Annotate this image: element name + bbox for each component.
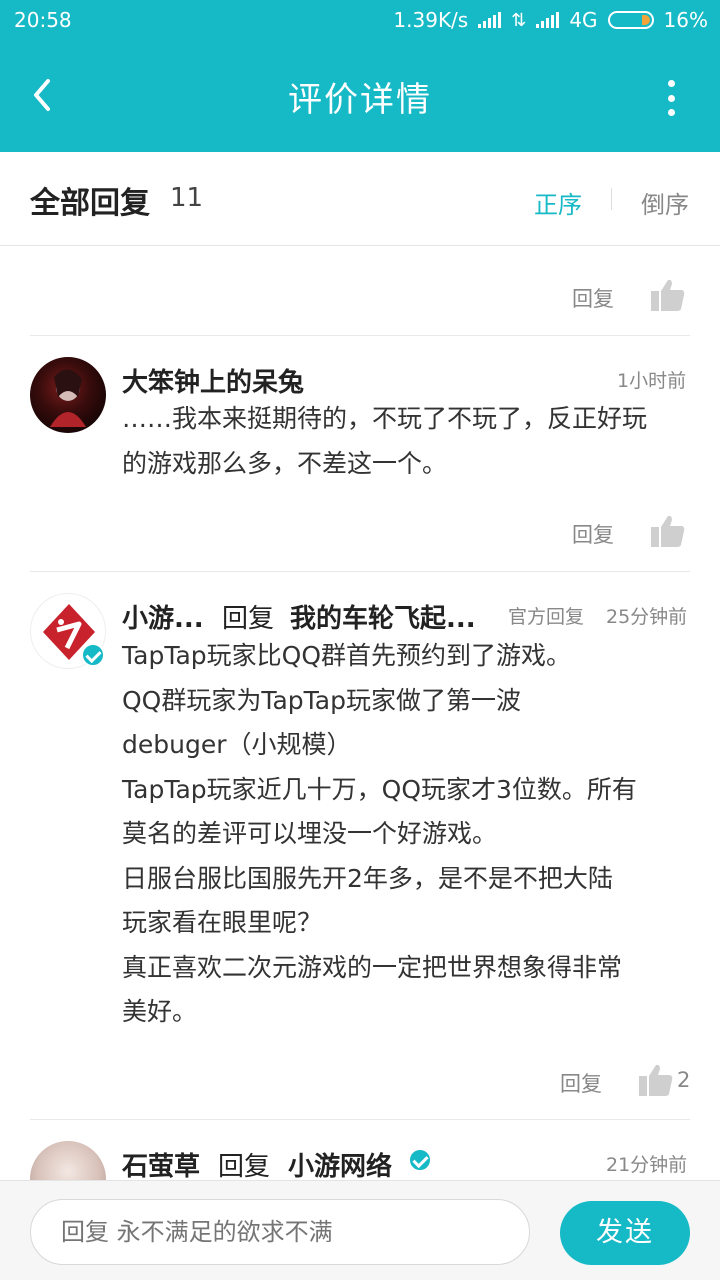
sort-divider <box>611 188 612 210</box>
verified-badge-icon <box>81 643 105 667</box>
comment-time: 1小时前 <box>617 370 687 392</box>
comment-line: TapTap玩家近几十万，QQ玩家才3位数。所有 <box>122 774 637 804</box>
reply-button[interactable]: 回复 <box>572 283 614 313</box>
comment-time: 21分钟前 <box>606 1154 688 1176</box>
page-title: 评价详情 <box>288 80 432 120</box>
reply-button[interactable]: 回复 <box>560 1068 602 1098</box>
battery-percent: 16% <box>663 8 708 32</box>
comment-body: TapTap玩家比QQ群首先预约到了游戏。 QQ群玩家为TapTap玩家做了第一… <box>122 634 692 1035</box>
network-type: 4G <box>569 8 598 32</box>
comment-time: 25分钟前 <box>606 606 688 628</box>
divider <box>30 1119 690 1120</box>
app-bar: 评价详情 <box>0 42 720 152</box>
like-thumb-icon[interactable] <box>650 278 686 312</box>
comment-line: 日服台服比国服先开2年多，是不是不把大陆 <box>122 863 613 893</box>
network-speed: 1.39K/s <box>393 8 469 32</box>
send-button[interactable]: 发送 <box>560 1201 690 1265</box>
signal-icon-2 <box>536 12 560 28</box>
reply-button[interactable]: 回复 <box>572 519 614 549</box>
comment-line: 玩家看在眼里呢？ <box>122 908 323 937</box>
reply-input[interactable] <box>30 1199 530 1265</box>
comment-line: 美好。 <box>122 997 198 1026</box>
comment-author[interactable]: 大笨钟上的呆兔 <box>122 362 304 399</box>
official-reply-tag: 官方回复 <box>508 606 585 628</box>
battery-icon <box>607 11 654 29</box>
verified-badge-icon <box>408 1148 432 1172</box>
comment-line: 莫名的差评可以埋没一个好游戏。 <box>122 819 498 848</box>
like-count: 2 <box>677 1068 691 1092</box>
comment-body: ……我本来挺期待的，不玩了不玩了，反正好玩 的游戏那么多，不差这一个。 <box>122 397 692 486</box>
comment-author[interactable]: 石萤草 <box>122 1146 200 1183</box>
avatar-image <box>50 369 86 427</box>
comment-line: 真正喜欢二次元游戏的一定把世界想象得非常 <box>122 952 623 982</box>
divider <box>30 335 690 336</box>
like-thumb-icon[interactable] <box>638 1063 674 1097</box>
status-bar: 20:58 1.39K/s ⇅ 4G 16% <box>0 0 720 42</box>
reply-label: 回复 <box>222 604 275 634</box>
comment-author[interactable]: 小游... <box>122 598 204 635</box>
replies-title: 全部回复 <box>30 186 150 221</box>
data-transfer-icon: ⇅ <box>511 9 527 31</box>
like-thumb-icon[interactable] <box>650 514 686 548</box>
comment-line: QQ群玩家为TapTap玩家做了第一波 <box>122 685 522 715</box>
divider <box>30 571 690 572</box>
more-menu-button[interactable] <box>666 80 676 116</box>
sort-ascending-tab[interactable]: 正序 <box>534 185 582 220</box>
comment-line: debuger（小规模） <box>122 730 352 759</box>
replies-count: 11 <box>170 183 204 213</box>
comment-line: ……我本来挺期待的，不玩了不玩了，反正好玩 <box>122 404 648 433</box>
comment-line: TapTap玩家比QQ群首先预约到了游戏。 <box>122 641 572 670</box>
avatar[interactable] <box>30 357 106 433</box>
reply-target[interactable]: 小游网络 <box>288 1146 392 1183</box>
replies-header: 全部回复 11 正序 倒序 <box>0 152 720 246</box>
reply-label: 回复 <box>218 1152 271 1182</box>
top-bar: 20:58 1.39K/s ⇅ 4G 16% 评价详情 <box>0 0 720 152</box>
reply-target[interactable]: 我的车轮飞起... <box>290 598 476 635</box>
comment-line: 的游戏那么多，不差这一个。 <box>122 448 448 478</box>
reply-composer: 发送 <box>0 1180 720 1280</box>
signal-icon <box>478 12 502 28</box>
status-time: 20:58 <box>14 8 72 32</box>
sort-descending-tab[interactable]: 倒序 <box>641 185 689 220</box>
